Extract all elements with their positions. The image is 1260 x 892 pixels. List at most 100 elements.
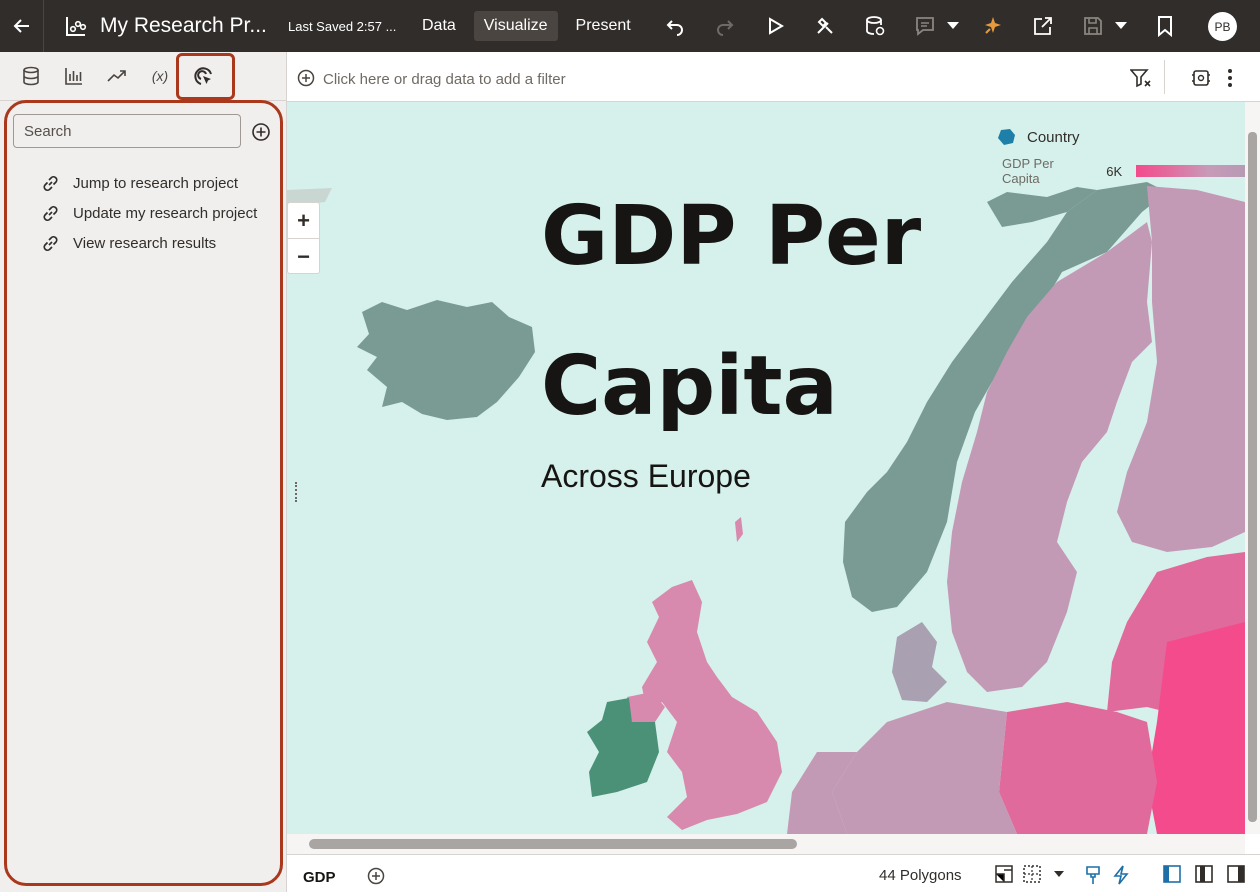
legend-min-label: 6K [1106,163,1123,179]
zoom-controls: + − [287,202,320,274]
filter-bar[interactable]: Click here or drag data to add a filter [287,52,1260,102]
map-legend: Country GDP Per Capita 6K [997,128,1245,186]
comments-dropdown[interactable] [946,11,960,41]
redo-button[interactable] [710,11,740,41]
tools-icon [817,17,833,34]
bookmark-icon [1158,16,1172,37]
center-panel-toggle-icon[interactable] [1195,865,1213,883]
tab-data[interactable]: Data [412,11,466,41]
workbook-title[interactable]: My Research Pr... [100,14,270,38]
horizontal-scrollbar[interactable] [287,834,1245,854]
legend-measure: GDP Per Capita [1002,156,1054,186]
more-options-icon[interactable] [1227,68,1233,88]
database-refresh-icon [866,16,885,36]
save-dropdown[interactable] [1114,11,1128,41]
action-label: View research results [73,234,217,252]
grid-icon[interactable] [1023,865,1041,883]
link-icon [43,205,58,221]
action-jump-to-research-project[interactable]: Jump to research project [40,168,257,198]
save-button[interactable] [1078,11,1108,41]
paint-brush-icon[interactable] [1085,865,1101,885]
comment-icon [916,17,934,36]
data-panel: (x) Search Jump to research project Upda… [0,52,287,892]
resize-grip[interactable] [295,482,298,502]
undo-icon [666,20,683,36]
tab-analytics-panel[interactable] [104,63,130,89]
title-line-1: GDP Per [541,189,922,284]
filter-settings-icon[interactable] [1130,68,1152,88]
user-avatar[interactable]: PB [1208,12,1237,41]
vertical-scrollbar[interactable] [1245,102,1260,834]
toolbar-icons [660,0,1200,52]
canvas-tab-gdp[interactable]: GDP [303,869,336,886]
lightning-icon[interactable] [1113,865,1129,885]
title-line-2: Capita [541,339,838,434]
map-visualization[interactable]: + − GDP Per Capita Across Europe Country… [287,102,1245,834]
tab-present[interactable]: Present [566,11,641,41]
actions-list: Jump to research project Update my resea… [40,168,257,258]
action-view-research-results[interactable]: View research results [40,228,257,258]
undo-button[interactable] [660,11,690,41]
comments-button[interactable] [910,11,940,41]
link-icon [43,235,58,251]
region-faroe[interactable] [735,517,743,542]
data-refresh-button[interactable] [860,11,890,41]
filter-placeholder[interactable]: Click here or drag data to add a filter [323,71,566,88]
export-button[interactable] [1028,11,1058,41]
legend-title: Country [1027,128,1080,146]
layout-icon[interactable] [995,865,1013,883]
tab-visualize[interactable]: Visualize [473,11,558,41]
panel-tabs: (x) [0,52,286,101]
zoom-out-button[interactable]: − [288,239,319,275]
canvas-title: GDP Per Capita [541,162,961,462]
polygon-layer-icon [998,129,1015,145]
action-update-my-research-project[interactable]: Update my research project [40,198,257,228]
bar-chart-icon [65,68,82,85]
caret-down-icon [1115,22,1127,29]
right-panel-toggle-icon[interactable] [1227,865,1245,883]
tab-visualizations-panel[interactable] [61,63,87,89]
zoom-in-button[interactable]: + [288,203,319,239]
region-denmark[interactable] [892,622,947,702]
bookmark-button[interactable] [1150,11,1180,41]
play-icon [769,17,784,35]
highlight-actions-tab [176,53,235,100]
redo-icon [717,20,734,36]
tools-button[interactable] [810,11,840,41]
search-input[interactable]: Search [13,114,241,148]
canvas-properties-icon[interactable] [1191,68,1211,88]
auto-insights-button[interactable] [978,11,1008,41]
app-root: My Research Pr... Last Saved 2:57 ... Da… [0,0,1260,892]
canvas-tab-bar: GDP 44 Polygons [287,854,1260,892]
vertical-scroll-thumb[interactable] [1248,132,1257,822]
back-button[interactable] [0,0,44,52]
legend-layer: Country [997,128,1245,146]
action-label: Jump to research project [73,174,239,192]
horizontal-scroll-thumb[interactable] [309,839,797,849]
plus-circle-icon [252,123,270,141]
top-toolbar: My Research Pr... Last Saved 2:57 ... Da… [0,0,1260,52]
tab-calculations-panel[interactable]: (x) [147,63,173,89]
link-icon [43,175,58,191]
arrow-left-icon [13,19,29,33]
left-panel-toggle-icon[interactable] [1163,865,1181,883]
plus-circle-icon[interactable] [297,69,315,87]
tab-data-panel[interactable] [18,63,44,89]
run-button[interactable] [760,11,790,41]
save-icon [1084,17,1102,35]
export-icon [1034,17,1052,35]
region-germany[interactable] [832,702,1017,834]
legend-color-scale [1136,165,1245,177]
caret-down-icon[interactable] [1054,871,1064,878]
region-poland[interactable] [999,702,1157,834]
action-label: Update my research project [73,204,258,222]
region-sweden[interactable] [947,222,1152,692]
canvas-subtitle: Across Europe [541,458,751,494]
region-iceland[interactable] [357,300,535,420]
workbook-icon [64,14,88,38]
last-saved-status: Last Saved 2:57 ... [288,18,397,34]
database-icon [23,66,39,86]
add-canvas-icon[interactable] [367,867,385,885]
add-action-button[interactable] [251,122,271,142]
legend-measure-row: GDP Per Capita 6K [997,156,1245,186]
